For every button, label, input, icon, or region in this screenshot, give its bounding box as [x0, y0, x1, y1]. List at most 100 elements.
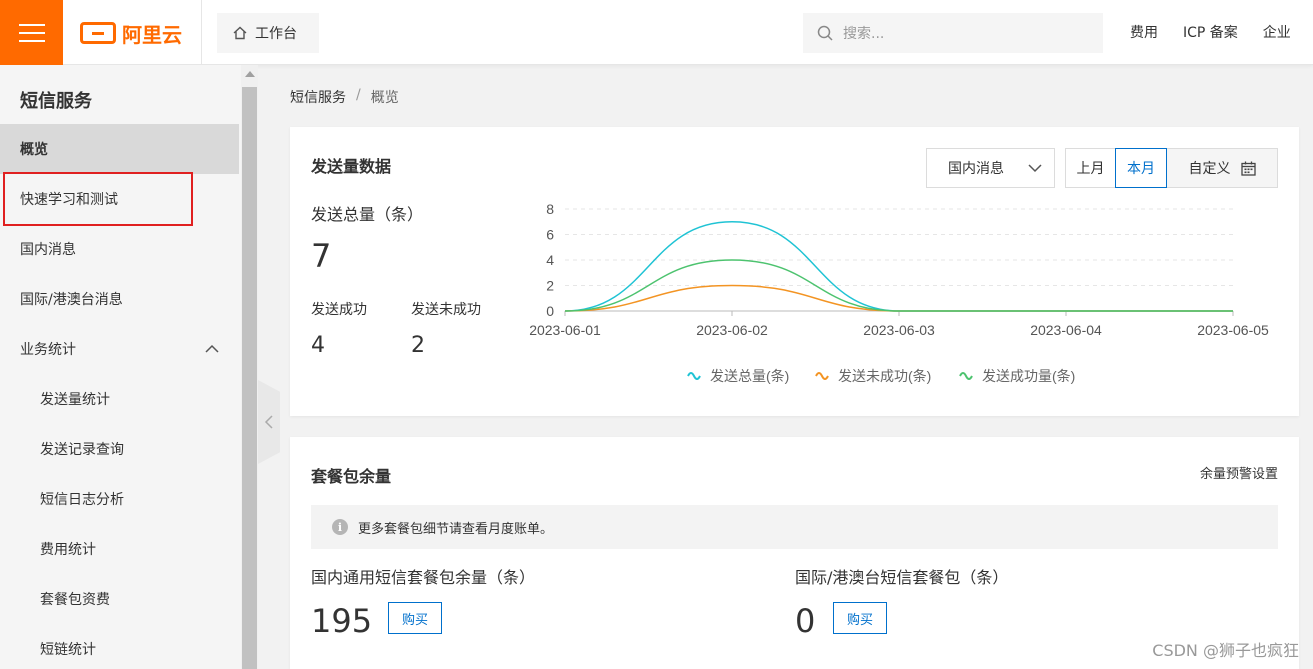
- header-divider: [201, 0, 202, 65]
- hamburger-icon-bar: [18, 39, 45, 42]
- message-type-select[interactable]: 国内消息: [926, 148, 1055, 188]
- buy-domestic-button[interactable]: 购买: [388, 602, 442, 634]
- chart-x-tick-label: 2023-06-03: [863, 322, 935, 338]
- chart-y-tick-label: 0: [546, 303, 554, 319]
- range-custom-button[interactable]: 自定义: [1166, 148, 1278, 188]
- search-icon: [817, 25, 833, 41]
- package-balance-card: 套餐包余量 余量预警设置 i 更多套餐包细节请查看月度账单。 国内通用短信套餐包…: [290, 437, 1299, 669]
- top-link-fees[interactable]: 费用: [1130, 22, 1158, 42]
- info-icon: i: [332, 519, 348, 535]
- package-notice-text: 更多套餐包细节请查看月度账单。: [358, 521, 554, 537]
- chart-y-tick-label: 6: [546, 227, 554, 243]
- chart-series-line: [564, 220, 1233, 312]
- search-input[interactable]: 搜索...: [803, 13, 1103, 53]
- sidebar-item[interactable]: 费用统计: [0, 524, 239, 574]
- sidebar-item[interactable]: 业务统计: [0, 324, 239, 374]
- scroll-thumb[interactable]: [242, 87, 257, 669]
- brand-name: 阿里云: [122, 22, 182, 47]
- range-last-month-button[interactable]: 上月: [1065, 148, 1116, 188]
- sidebar-item-label: 国内消息: [20, 242, 76, 258]
- sidebar-collapse-handle[interactable]: [258, 380, 280, 464]
- top-link-enterprise[interactable]: 企业: [1263, 22, 1291, 42]
- chart-y-tick-label: 8: [546, 201, 554, 217]
- sidebar-item-label: 概览: [20, 142, 48, 158]
- top-link-icp[interactable]: ICP 备案: [1183, 22, 1238, 42]
- range-this-month-button[interactable]: 本月: [1115, 148, 1167, 188]
- chart-x-tick-label: 2023-06-02: [696, 322, 768, 338]
- message-type-value: 国内消息: [948, 161, 1004, 177]
- sidebar-item-label: 国际/港澳台消息: [20, 292, 123, 308]
- sidebar-scrollbar[interactable]: [241, 65, 258, 669]
- chart-legend-label: 发送未成功(条): [838, 368, 931, 384]
- top-links: 费用 ICP 备案 企业: [1130, 22, 1291, 42]
- sidebar-item-label: 短信日志分析: [40, 492, 124, 508]
- fail-label: 发送未成功: [411, 302, 481, 318]
- breadcrumb: 短信服务 / 概览: [290, 87, 399, 107]
- top-bar: 阿里云 工作台 搜索... 费用 ICP 备案 企业: [0, 0, 1313, 65]
- domestic-package-value: 195: [311, 602, 373, 640]
- sidebar-item-label: 发送记录查询: [40, 442, 124, 458]
- package-balance-title: 套餐包余量: [311, 467, 392, 486]
- aliyun-logo-icon: [80, 22, 116, 44]
- chart-legend-label: 发送成功量(条): [982, 368, 1075, 384]
- sidebar-item[interactable]: 快速学习和测试: [0, 174, 239, 224]
- total-sent-value: 7: [311, 237, 332, 275]
- balance-alert-settings-link[interactable]: 余量预警设置: [1200, 463, 1278, 482]
- sidebar-item-label: 业务统计: [20, 342, 76, 358]
- chart-legend-swatch: [815, 372, 829, 380]
- total-sent-label: 发送总量（条）: [311, 205, 424, 224]
- chart-y-tick-label: 2: [546, 278, 554, 294]
- chart-series-line: [564, 284, 1233, 312]
- range-custom-label: 自定义: [1188, 161, 1231, 177]
- package-notice: i 更多套餐包细节请查看月度账单。: [311, 505, 1278, 549]
- sidebar-item[interactable]: 概览: [0, 124, 239, 174]
- intl-package-value: 0: [795, 602, 816, 640]
- chart-x-tick-label: 2023-06-05: [1197, 322, 1269, 338]
- chart-y-tick-label: 4: [546, 252, 554, 268]
- success-value: 4: [311, 333, 325, 358]
- sidebar-item-label: 套餐包资费: [40, 592, 110, 608]
- sidebar-item[interactable]: 国际/港澳台消息: [0, 274, 239, 324]
- chart-legend-swatch: [687, 372, 701, 380]
- sidebar-item[interactable]: 发送记录查询: [0, 424, 239, 474]
- breadcrumb-root[interactable]: 短信服务: [290, 87, 346, 107]
- sidebar-item[interactable]: 套餐包资费: [0, 574, 239, 624]
- search-placeholder: 搜索...: [843, 26, 885, 42]
- sidebar: 短信服务 概览快速学习和测试 国内消息国际/港澳台消息 业务统计发送量统计发送记录查…: [0, 65, 241, 669]
- chevron-left-icon: [264, 415, 273, 429]
- breadcrumb-current: 概览: [370, 90, 399, 106]
- menu-toggle-button[interactable]: [0, 0, 63, 65]
- sidebar-title: 短信服务: [20, 91, 92, 112]
- buy-intl-button[interactable]: 购买: [833, 602, 887, 634]
- success-label: 发送成功: [311, 302, 367, 318]
- chevron-up-icon[interactable]: [205, 342, 219, 356]
- sidebar-item[interactable]: 短链统计: [0, 624, 239, 669]
- sidebar-item-label: 快速学习和测试: [20, 192, 118, 208]
- watermark: CSDN @狮子也疯狂: [1152, 641, 1299, 660]
- scroll-up-arrow-icon[interactable]: [245, 71, 255, 77]
- send-volume-card: 发送量数据 国内消息 上月 本月 自定义 发送总量（条） 7 发送成功 4 发送…: [290, 127, 1299, 416]
- chart-series-line: [564, 259, 1233, 312]
- calendar-icon: [1240, 161, 1256, 176]
- sidebar-item[interactable]: 短信日志分析: [0, 474, 239, 524]
- workbench-button[interactable]: 工作台: [217, 13, 319, 53]
- chart-x-tick-label: 2023-06-04: [1030, 322, 1102, 338]
- hamburger-icon-bar: [18, 31, 45, 34]
- send-volume-chart: 0 2 4 6 8 2023-06-01 2023-06-02 2023-06-03 2023-…: [529, 201, 1269, 384]
- hamburger-icon-bar: [18, 23, 45, 26]
- chart-x-tick-label: 2023-06-01: [529, 322, 601, 338]
- sidebar-item[interactable]: 发送量统计: [0, 374, 239, 424]
- chart-legend-label: 发送总量(条): [710, 368, 789, 384]
- domestic-package-label: 国内通用短信套餐包余量（条）: [311, 568, 536, 587]
- sidebar-item-label: 发送量统计: [40, 392, 110, 408]
- brand-logo[interactable]: 阿里云: [80, 17, 182, 49]
- breadcrumb-separator: /: [356, 87, 361, 103]
- fail-value: 2: [411, 333, 425, 358]
- chart-legend-swatch: [959, 372, 973, 380]
- sidebar-item-label: 短链统计: [40, 642, 96, 658]
- sidebar-item[interactable]: 国内消息: [0, 224, 239, 274]
- send-volume-title: 发送量数据: [311, 157, 392, 176]
- workbench-label: 工作台: [255, 26, 297, 42]
- sidebar-item-label: 费用统计: [40, 542, 96, 558]
- chevron-down-icon: [1028, 164, 1042, 173]
